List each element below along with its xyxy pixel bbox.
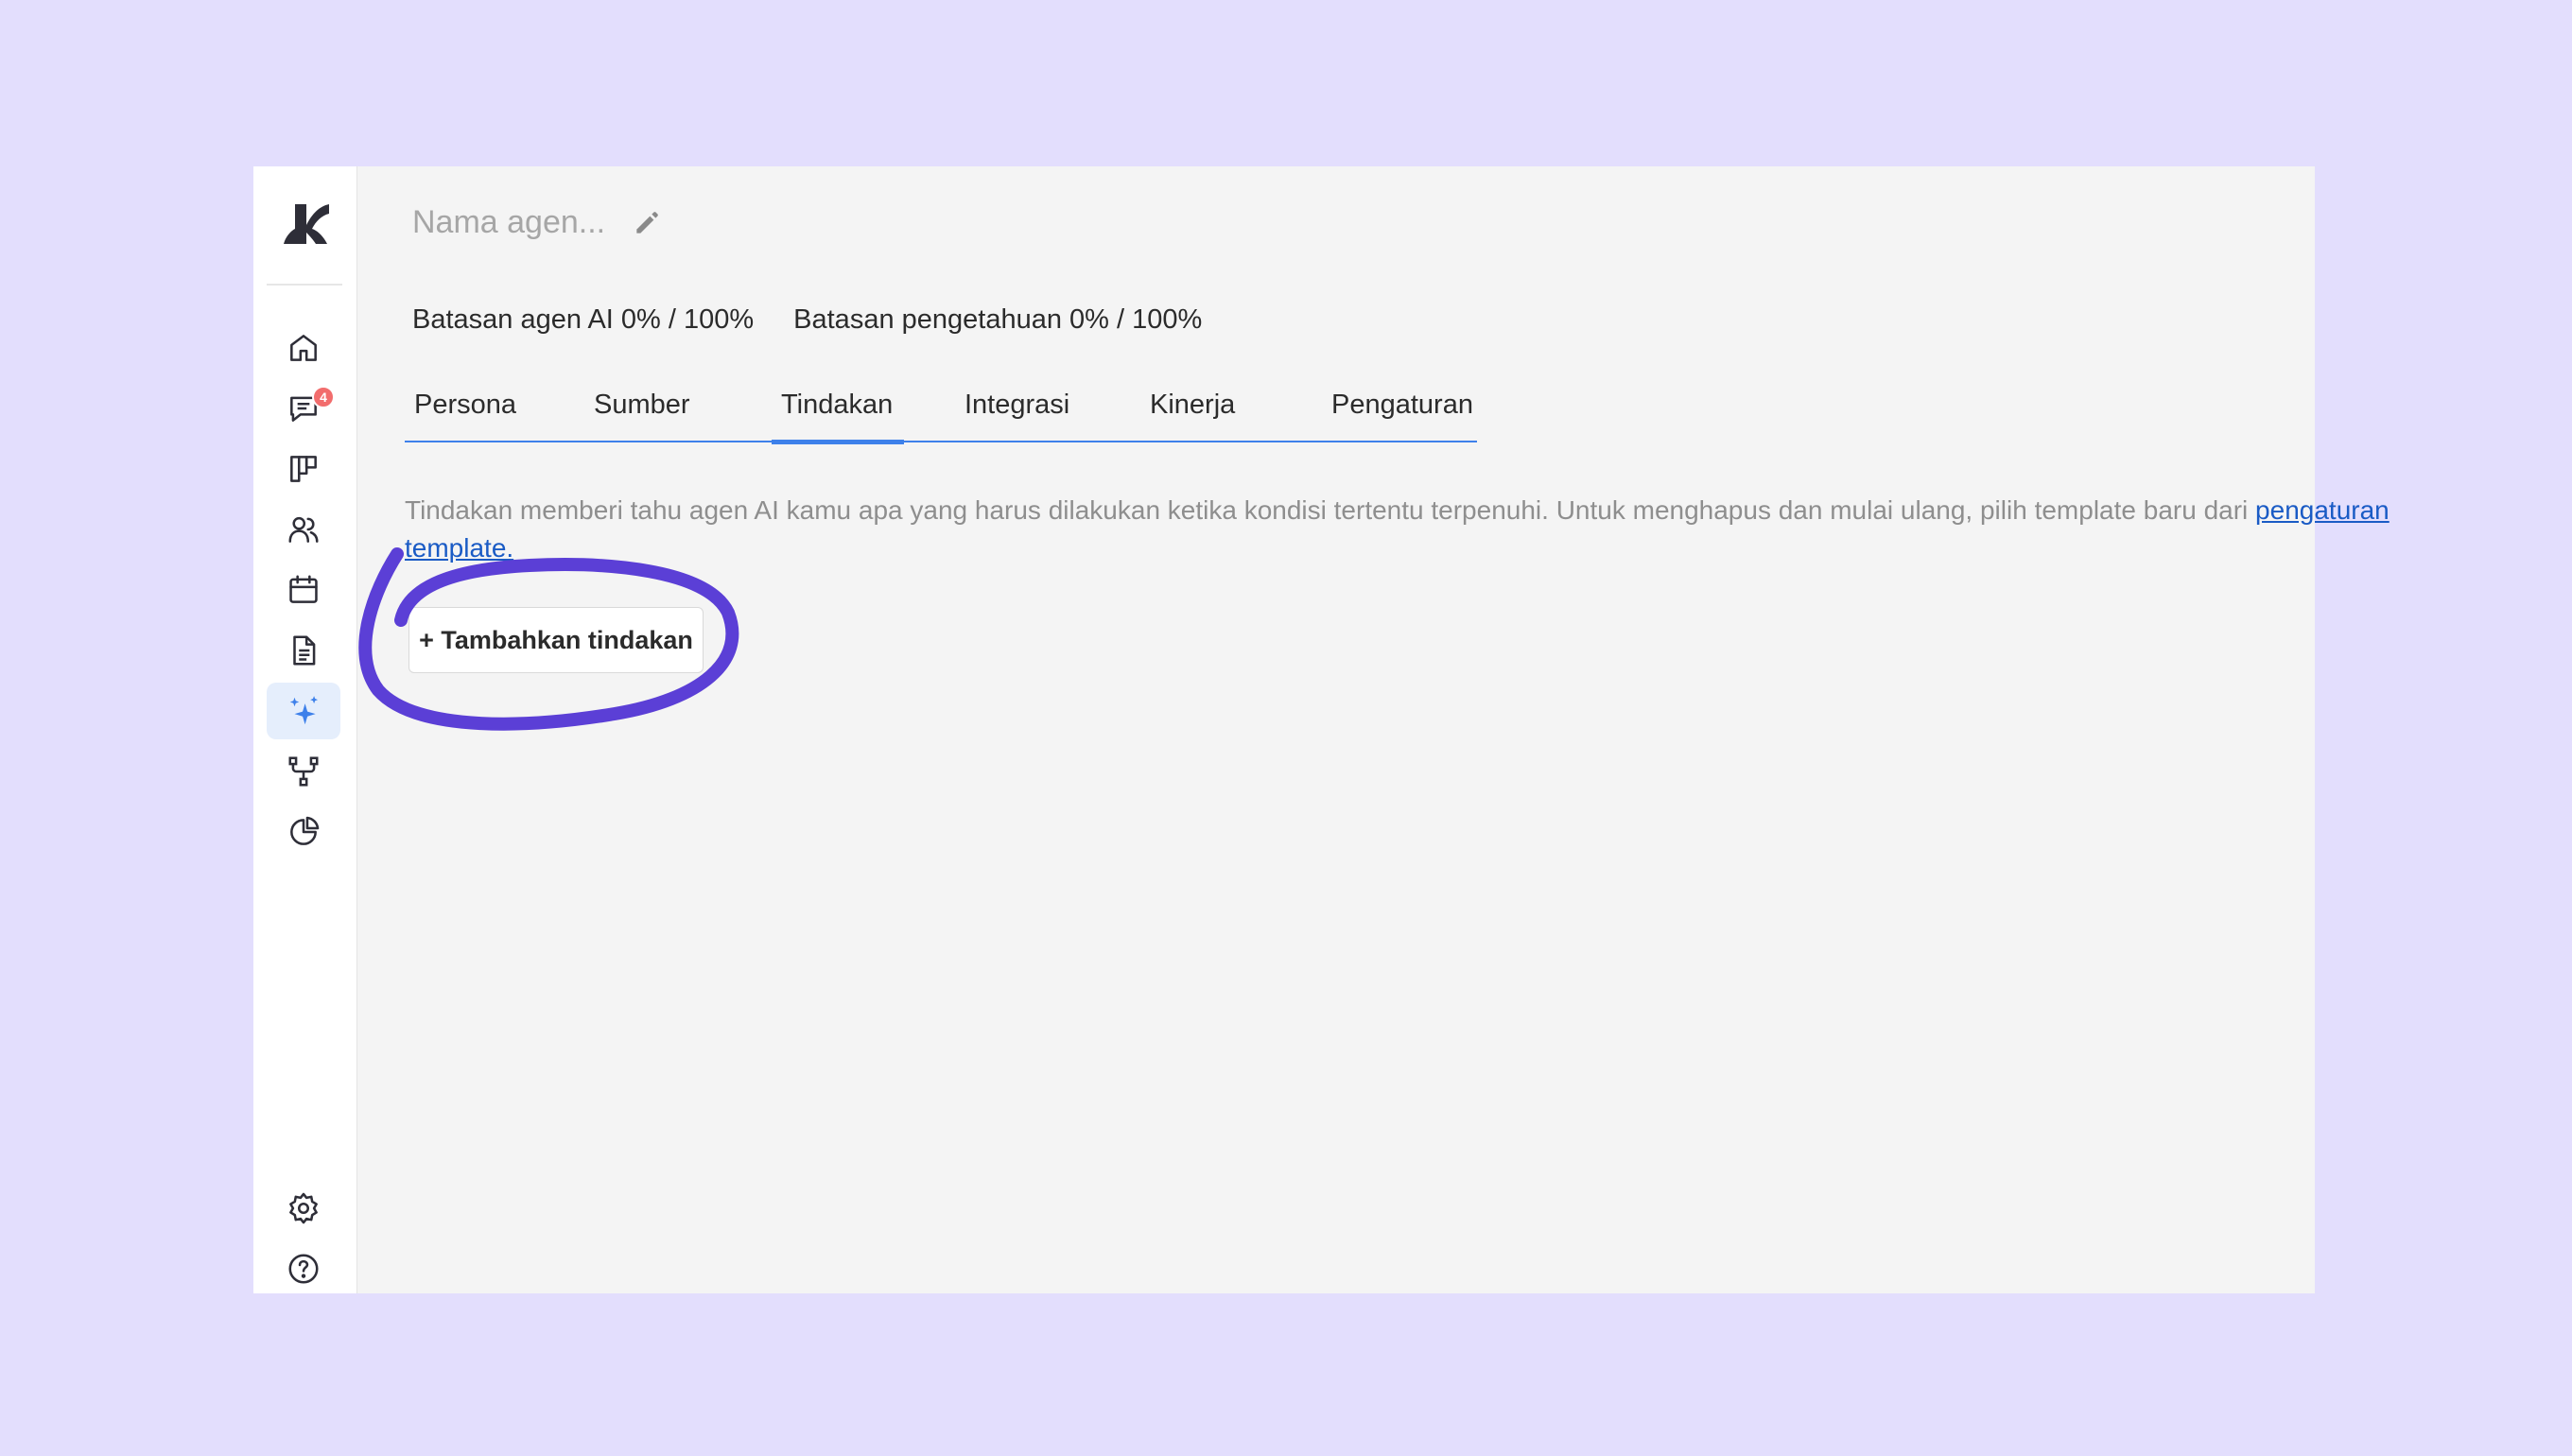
document-icon [293,635,316,666]
board-icon [290,456,317,482]
stats-icon [290,816,320,845]
home-icon [290,335,317,361]
tab-kinerja[interactable]: Kinerja [1150,390,1235,442]
pencil-icon[interactable] [632,208,662,238]
tab-pengaturan[interactable]: Pengaturan [1331,390,1473,442]
tab-bar: Persona Sumber Tindakan Integrasi Kinerj… [405,390,1477,444]
flow-icon [288,756,319,787]
sidebar-item-calendar[interactable] [267,562,340,618]
add-action-button[interactable]: + Tambahkan tindakan [408,607,704,673]
tab-persona[interactable]: Persona [414,390,516,442]
sidebar-item-contacts[interactable] [267,501,340,558]
app-window: 4 Nama agen... Batasan agen AI 0% / 100%… [253,166,2390,1293]
calendar-icon [289,575,318,603]
sidebar: 4 [253,166,357,1293]
agent-name-input[interactable]: Nama agen... [412,204,605,241]
sidebar-item-stats[interactable] [267,804,340,860]
sidebar-item-settings[interactable] [267,1180,340,1237]
tab-integrasi[interactable]: Integrasi [964,390,1069,442]
sidebar-item-leads[interactable] [267,441,340,497]
sidebar-item-chats[interactable]: 4 [267,380,340,437]
tab-tindakan[interactable]: Tindakan [771,390,905,444]
limits-row: Batasan agen AI 0% / 100% Batasan penget… [412,304,1202,336]
help-icon [288,1254,319,1284]
sidebar-item-home[interactable] [267,320,340,376]
ai-agent-limit: Batasan agen AI 0% / 100% [412,304,755,335]
description-text: Tindakan memberi tahu agen AI kamu apa y… [405,495,2249,525]
kommo-logo[interactable] [280,200,331,248]
gear-icon [289,1192,318,1224]
sparkles-icon [289,696,319,725]
knowledge-limit: Batasan pengetahuan 0% / 100% [793,304,1203,335]
main-content: Nama agen... Batasan agen AI 0% / 100% B… [357,166,2390,1293]
unread-badge: 4 [312,386,335,408]
sidebar-divider [267,284,342,286]
tab-sumber[interactable]: Sumber [594,390,690,442]
sidebar-item-automation[interactable] [267,743,340,800]
contacts-icon [288,516,319,543]
sidebar-item-ai-agent[interactable] [267,683,340,739]
sidebar-item-lists[interactable] [267,622,340,679]
sidebar-item-help[interactable] [267,1240,340,1297]
actions-description: Tindakan memberi tahu agen AI kamu apa y… [405,492,2390,567]
